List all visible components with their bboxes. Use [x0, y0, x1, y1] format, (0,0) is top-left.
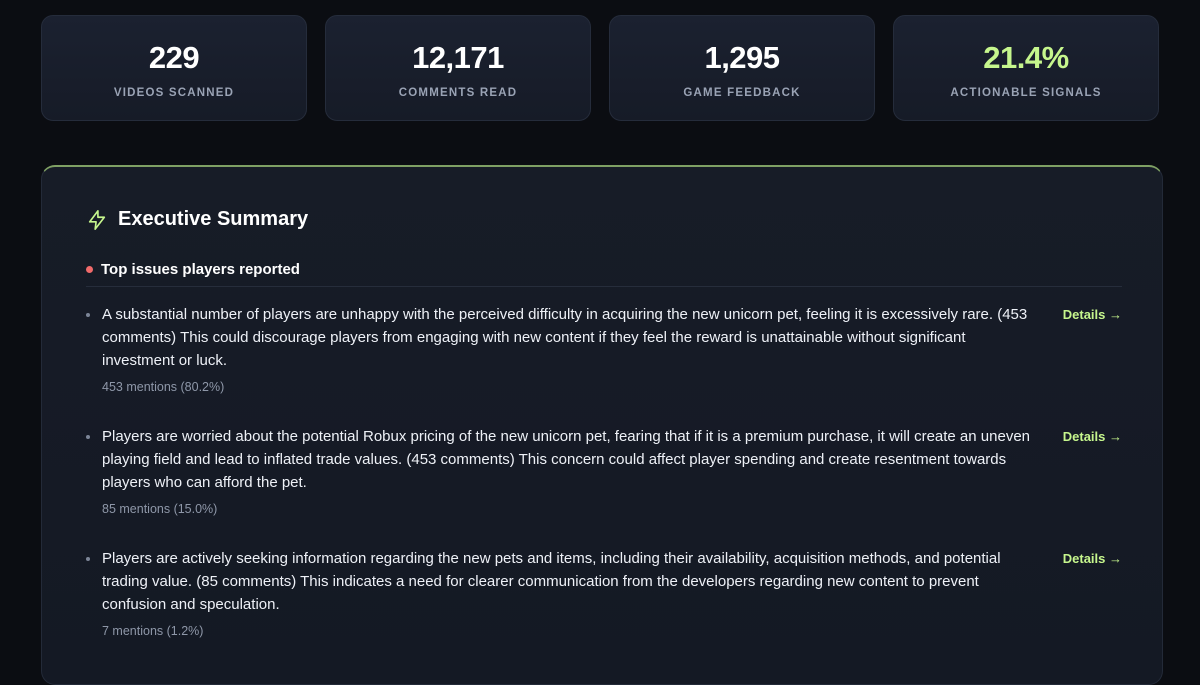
details-link[interactable]: Details → — [1063, 303, 1122, 326]
issue-mentions: 7 mentions (1.2%) — [102, 624, 204, 638]
stat-value: 229 — [148, 39, 200, 75]
status-dot-icon — [86, 266, 93, 273]
details-link[interactable]: Details → — [1063, 547, 1122, 570]
issue-item: A substantial number of players are unha… — [86, 303, 1122, 394]
stat-card-actionable-signals: 21.4% ACTIONABLE SIGNALS — [893, 15, 1159, 121]
issue-text: Players are actively seeking information… — [102, 550, 1001, 613]
stats-row: 229 VIDEOS SCANNED 12,171 COMMENTS READ … — [41, 15, 1159, 121]
stat-value: 12,171 — [412, 39, 504, 75]
stat-label: ACTIONABLE SIGNALS — [950, 86, 1102, 99]
lightning-bolt-icon — [88, 209, 106, 230]
stat-value: 1,295 — [704, 39, 780, 75]
bullet-icon — [86, 435, 90, 439]
section-heading: Top issues players reported — [86, 261, 1122, 287]
panel-title: Executive Summary — [86, 208, 308, 231]
bullet-icon — [86, 557, 90, 561]
bullet-icon — [86, 313, 90, 317]
stat-label: COMMENTS READ — [398, 86, 518, 99]
stat-value: 21.4% — [983, 39, 1069, 75]
issue-mentions: 453 mentions (80.2%) — [102, 380, 225, 394]
issue-text: A substantial number of players are unha… — [102, 306, 1028, 369]
details-link[interactable]: Details → — [1063, 425, 1122, 448]
panel-title-text: Executive Summary — [118, 208, 309, 230]
stat-label: GAME FEEDBACK — [683, 86, 801, 99]
issue-mentions: 85 mentions (15.0%) — [102, 502, 218, 516]
stat-label: VIDEOS SCANNED — [113, 86, 235, 99]
section-heading-text: Top issues players reported — [101, 261, 300, 278]
stat-card-game-feedback: 1,295 GAME FEEDBACK — [609, 15, 875, 121]
stat-card-videos-scanned: 229 VIDEOS SCANNED — [41, 15, 307, 121]
executive-summary-panel: Executive Summary Top issues players rep… — [41, 165, 1163, 685]
issue-item: Players are actively seeking information… — [86, 547, 1122, 638]
stat-card-comments-read: 12,171 COMMENTS READ — [325, 15, 591, 121]
issue-item: Players are worried about the potential … — [86, 425, 1122, 516]
issue-text: Players are worried about the potential … — [102, 428, 1031, 491]
